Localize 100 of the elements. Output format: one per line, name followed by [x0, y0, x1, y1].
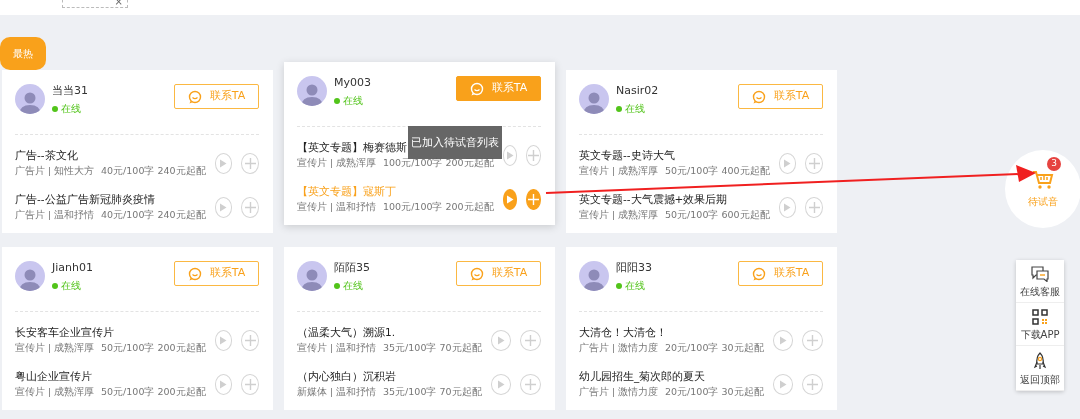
sample-price: 50元/100字 200元起配: [101, 340, 206, 355]
plus-icon: [525, 334, 537, 346]
play-button[interactable]: [214, 196, 233, 218]
toast-message: 已加入待试音列表: [408, 126, 502, 159]
chat-icon: [187, 266, 202, 281]
sample-title: 粤山企业宣传片: [15, 368, 92, 383]
sample-title: 【英文专题】梅赛德斯: [297, 139, 407, 154]
play-button[interactable]: [214, 152, 233, 174]
play-button[interactable]: [502, 188, 518, 210]
qr-code-icon: [1032, 309, 1048, 325]
sample-title: 长安客车企业宣传片: [15, 324, 114, 339]
play-icon: [496, 379, 505, 389]
cart-icon: [1032, 169, 1054, 190]
sample-price: 50元/100字 600元起配: [665, 207, 770, 222]
avatar: [15, 84, 45, 114]
play-button[interactable]: [214, 329, 233, 351]
play-icon: [783, 158, 792, 168]
play-button[interactable]: [772, 329, 794, 351]
chat-icon: [187, 89, 202, 104]
play-icon: [219, 202, 228, 212]
plus-icon: [808, 201, 820, 213]
play-icon: [496, 335, 505, 345]
plus-icon: [808, 157, 820, 169]
avatar: [297, 76, 327, 106]
side-tool[interactable]: 在线客服: [1016, 260, 1064, 303]
sample-tags: 宣传片 | 温和抒情: [297, 340, 383, 356]
cart-button[interactable]: 待试音 3: [1005, 150, 1080, 228]
sample-title: 英文专题--大气震撼+效果后期: [579, 191, 728, 206]
plus-icon: [528, 149, 540, 161]
play-button[interactable]: [778, 196, 797, 218]
play-icon: [219, 158, 228, 168]
sample-price: 100元/100字 200元起配: [383, 199, 494, 214]
status-text: 在线: [625, 279, 645, 293]
play-button[interactable]: [490, 373, 512, 395]
sample-price: 20元/100字 30元起配: [665, 340, 764, 355]
play-button[interactable]: [502, 144, 518, 166]
add-button[interactable]: [802, 329, 823, 351]
cart-count: 3: [1047, 157, 1061, 171]
contact-button[interactable]: 联系TA: [456, 76, 541, 101]
contact-button[interactable]: 联系TA: [738, 84, 823, 109]
plus-icon: [807, 378, 819, 390]
add-button[interactable]: [241, 329, 259, 351]
avatar: [579, 261, 609, 291]
add-button[interactable]: [805, 196, 823, 218]
sample-tags: 宣传片 | 成熟浑厚: [579, 207, 665, 223]
add-button[interactable]: [520, 373, 541, 395]
add-button[interactable]: [241, 152, 259, 174]
sample-title: （温柔大气）溯源1.: [297, 324, 396, 339]
user-name: 陌陌35: [334, 261, 371, 275]
sample-title: 幼儿园招生_菊次郎的夏天: [579, 368, 706, 383]
plus-icon: [244, 378, 256, 390]
sample-tags: 宣传片 | 成熟浑厚: [297, 155, 383, 171]
play-button[interactable]: [778, 152, 797, 174]
sample-tags: 广告片 | 激情力度: [579, 340, 665, 356]
rocket-icon: [1033, 352, 1047, 370]
status-text: 在线: [61, 102, 81, 116]
add-button[interactable]: [805, 152, 823, 174]
user-name: My003: [334, 76, 372, 90]
add-button[interactable]: [241, 373, 259, 395]
sample-price: 50元/100字 400元起配: [665, 163, 770, 178]
add-button[interactable]: [802, 373, 823, 395]
add-button[interactable]: [241, 196, 259, 218]
sample-price: 35元/100字 70元起配: [383, 384, 482, 399]
side-tool[interactable]: 下载APP: [1016, 303, 1064, 346]
play-button[interactable]: [772, 373, 794, 395]
user-name: Jianh01: [52, 261, 94, 275]
avatar: [579, 84, 609, 114]
tab[interactable]: 最热: [0, 37, 46, 70]
chat-icon: [469, 81, 484, 96]
sample-tags: 广告片 | 激情力度: [579, 384, 665, 400]
plus-icon: [525, 378, 537, 390]
sample-tags: 宣传片 | 成熟浑厚: [15, 384, 101, 400]
user-name: Nasir02: [616, 84, 660, 98]
sample-price: 35元/100字 70元起配: [383, 340, 482, 355]
add-button[interactable]: [526, 188, 541, 210]
contact-button[interactable]: 联系TA: [174, 261, 259, 286]
sample-title: （内心独白）沉积岩: [297, 368, 396, 383]
sample-title: 大清仓！大清仓！: [579, 324, 667, 339]
sample-tags: 宣传片 | 成熟浑厚: [15, 340, 101, 356]
play-button[interactable]: [214, 373, 233, 395]
user-name: 阳阳33: [616, 261, 653, 275]
sample-tags: 广告片 | 知性大方: [15, 163, 101, 179]
contact-button[interactable]: 联系TA: [738, 261, 823, 286]
play-icon: [505, 150, 514, 160]
add-button[interactable]: [526, 144, 541, 166]
avatar: [15, 261, 45, 291]
avatar: [297, 261, 327, 291]
plus-icon: [528, 193, 540, 205]
user-name: 当当31: [52, 84, 89, 98]
sample-price: 20元/100字 30元起配: [665, 384, 764, 399]
sample-tags: 宣传片 | 成熟浑厚: [579, 163, 665, 179]
contact-button[interactable]: 联系TA: [174, 84, 259, 109]
chat-icon: [1031, 266, 1049, 282]
add-button[interactable]: [520, 329, 541, 351]
side-tool[interactable]: 返回顶部: [1016, 346, 1064, 391]
play-icon: [219, 335, 228, 345]
play-icon: [505, 194, 514, 204]
chat-icon: [469, 266, 484, 281]
contact-button[interactable]: 联系TA: [456, 261, 541, 286]
play-button[interactable]: [490, 329, 512, 351]
